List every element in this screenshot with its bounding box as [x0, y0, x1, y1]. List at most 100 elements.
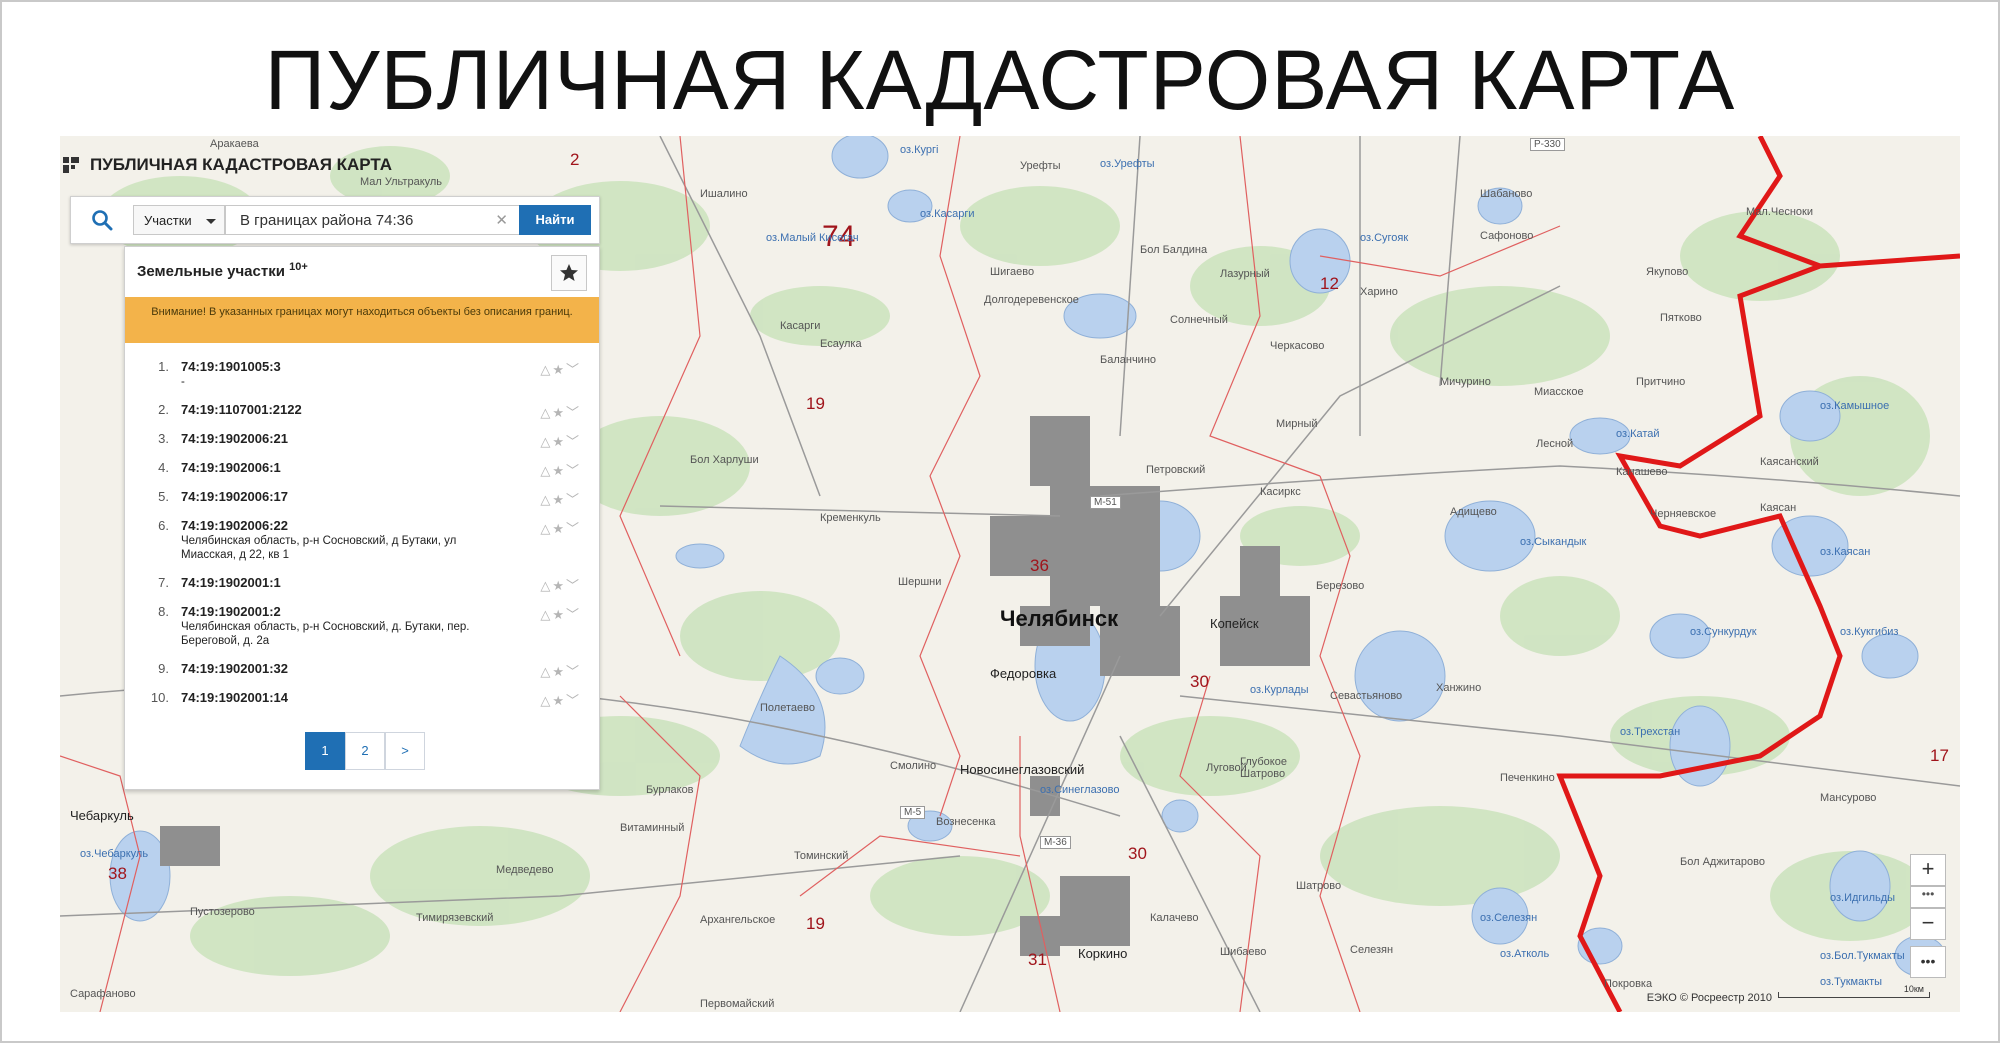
- cadastral-number[interactable]: 74:19:1902001:14: [181, 690, 288, 705]
- item-actions-icons[interactable]: △★﹀: [540, 431, 581, 450]
- item-number: 4.: [158, 460, 169, 475]
- rosreestr-logo-icon: [63, 157, 79, 173]
- zoom-in-button[interactable]: +: [1910, 854, 1946, 886]
- item-number: 2.: [158, 402, 169, 417]
- item-number: 5.: [158, 489, 169, 504]
- lake-label: оз.Синеглазово: [1040, 784, 1120, 796]
- village-label: Мирный: [1276, 418, 1318, 430]
- item-number: 7.: [158, 575, 169, 590]
- lake-label: оз.Малый Кисегач: [766, 232, 859, 244]
- item-actions-icons[interactable]: △★﹀: [540, 690, 581, 709]
- village-label: Шабаново: [1480, 188, 1533, 200]
- page-button-2[interactable]: 2: [345, 732, 385, 770]
- item-actions-icons[interactable]: △★﹀: [540, 460, 581, 479]
- item-actions-icons[interactable]: △★﹀: [540, 661, 581, 680]
- village-label: Мичурино: [1440, 376, 1491, 388]
- results-count-badge: 10+: [289, 261, 308, 273]
- favorite-button[interactable]: [551, 255, 587, 291]
- village-label: Долгодеревенское: [984, 294, 1079, 306]
- lake-label: оз.Курлады: [1250, 684, 1309, 696]
- village-label: Баланчино: [1100, 354, 1157, 366]
- item-actions-icons[interactable]: △★﹀: [540, 402, 581, 421]
- village-label: Медведево: [496, 864, 554, 876]
- results-title: Земельные участки 10+: [137, 261, 308, 280]
- region-number-31: 31: [1028, 950, 1047, 969]
- cadastral-number[interactable]: 74:19:1901005:3: [181, 359, 281, 374]
- village-label: Каясан: [1760, 502, 1797, 514]
- village-label: Солнечный: [1170, 314, 1228, 326]
- category-select-value: Участки: [144, 213, 192, 228]
- village-label: Шибаево: [1220, 946, 1267, 958]
- item-number: 6.: [158, 518, 169, 533]
- village-label: Полетаево: [760, 702, 815, 714]
- next-page-button[interactable]: >: [385, 732, 425, 770]
- village-label: Сарафаново: [70, 988, 136, 1000]
- village-label: Пустозерово: [190, 906, 255, 918]
- item-address: Челябинская область, р-н Сосновский, д. …: [181, 621, 470, 647]
- region-number-2: 2: [570, 150, 580, 169]
- village-label: Покровка: [1604, 978, 1653, 990]
- road-label-m36: М-36: [1040, 836, 1071, 849]
- road-label-m5: М-5: [900, 806, 926, 819]
- category-select[interactable]: Участки: [133, 205, 225, 235]
- road-label-r330: Р-330: [1530, 138, 1565, 151]
- village-label: Мал.Чесноки: [1746, 206, 1813, 218]
- lake-label: оз.Кукгибиз: [1840, 626, 1899, 638]
- lake-label: оз.Урефты: [1100, 158, 1155, 170]
- village-label: Петровский: [1146, 464, 1206, 476]
- region-number-36: 36: [1030, 556, 1049, 575]
- village-label: Лесной: [1536, 438, 1574, 450]
- lake-label: оз.Бол.Тукмакты: [1820, 950, 1905, 962]
- cadastral-number[interactable]: 74:19:1902006:22: [181, 518, 288, 533]
- village-label: Смолино: [890, 760, 937, 772]
- village-label: Пятково: [1660, 312, 1702, 324]
- cadastral-number[interactable]: 74:19:1902006:17: [181, 489, 288, 504]
- scale-label: 10км: [1903, 984, 1924, 994]
- item-actions-icons[interactable]: △★﹀: [540, 359, 581, 378]
- item-address: Челябинская область, р-н Сосновский, д Б…: [181, 535, 457, 561]
- region-number-12: 12: [1320, 274, 1339, 293]
- lake-label: оз.Сункурдук: [1690, 626, 1757, 638]
- town-label-fedorovka: Федоровка: [990, 666, 1057, 681]
- village-label: Бол Аджитарово: [1680, 856, 1765, 868]
- zoom-out-button[interactable]: −: [1910, 908, 1946, 940]
- page-button-1[interactable]: 1: [305, 732, 345, 770]
- star-icon: [560, 264, 578, 281]
- village-label: Шатрово: [1240, 768, 1286, 780]
- village-label: Селезян: [1350, 944, 1394, 956]
- lake-label: оз.Тукмакты: [1820, 976, 1883, 988]
- item-actions-icons[interactable]: △★﹀: [540, 489, 581, 508]
- region-number-38: 38: [108, 864, 127, 883]
- item-number: 8.: [158, 604, 169, 619]
- village-label: Харино: [1360, 286, 1398, 298]
- find-button[interactable]: Найти: [519, 205, 591, 235]
- cadastral-number[interactable]: 74:19:1902001:1: [181, 575, 281, 590]
- cadastral-number[interactable]: 74:19:1902001:2: [181, 604, 281, 619]
- lake-label: оз.Каясан: [1820, 546, 1871, 558]
- search-panel: ПУБЛИЧНАЯ КАДАСТРОВАЯ КАРТА Участки В гр…: [63, 155, 600, 790]
- app-header: ПУБЛИЧНАЯ КАДАСТРОВАЯ КАРТА: [60, 150, 392, 180]
- village-label: Первомайский: [700, 998, 775, 1010]
- village-label: Шигаево: [990, 266, 1035, 278]
- cadastral-number[interactable]: 74:19:1107001:2122: [181, 402, 302, 417]
- cadastral-number[interactable]: 74:19:1902006:1: [181, 460, 281, 475]
- region-number-17: 17: [1930, 746, 1949, 765]
- region-number-30b: 30: [1128, 844, 1147, 863]
- village-label: Бол Балдина: [1140, 244, 1208, 256]
- cadastral-number[interactable]: 74:19:1902006:21: [181, 431, 288, 446]
- more-tools-button[interactable]: •••: [1910, 946, 1946, 978]
- item-actions-icons[interactable]: △★﹀: [540, 518, 581, 537]
- zoom-slider-handle[interactable]: •••: [1910, 886, 1946, 908]
- search-icon[interactable]: [91, 209, 113, 231]
- item-actions-icons[interactable]: △★﹀: [540, 604, 581, 623]
- cadastral-number[interactable]: 74:19:1902001:32: [181, 661, 288, 676]
- map-attribution: ЕЭКО © Росреестр 2010: [1646, 992, 1772, 1004]
- results-panel: Земельные участки 10+ Внимание! В указан…: [124, 246, 600, 790]
- village-label: Урефты: [1020, 160, 1061, 172]
- clear-icon[interactable]: ✕: [495, 206, 508, 236]
- lake-label: оз.Трехстан: [1620, 726, 1681, 738]
- village-label: Канашево: [1616, 466, 1668, 478]
- search-input[interactable]: В границах района 74:36 ✕: [225, 205, 521, 235]
- village-label: Шатрово: [1296, 880, 1342, 892]
- item-actions-icons[interactable]: △★﹀: [540, 575, 581, 594]
